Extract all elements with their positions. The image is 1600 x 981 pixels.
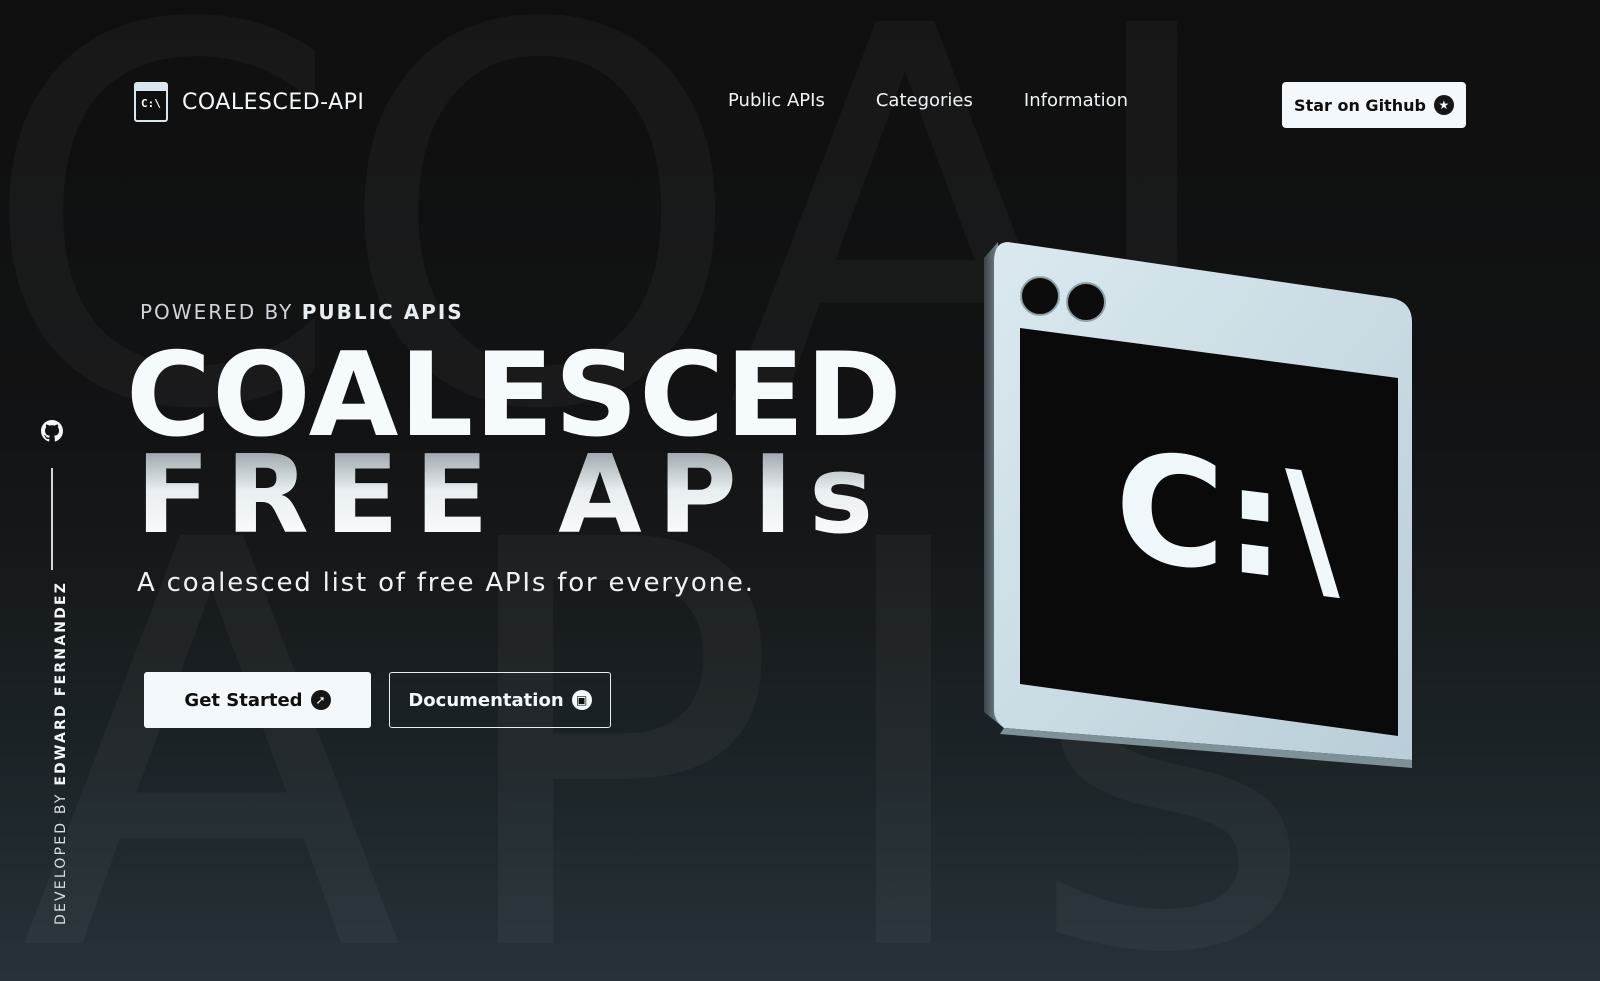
side-divider [51,468,53,570]
main-nav: Public APIs Categories Information [728,90,1128,111]
terminal-logo-icon: C:\ [134,82,168,122]
nav-information[interactable]: Information [1024,90,1128,111]
logo-text: COALESCED-API [182,89,365,115]
developed-by-label: DEVELOPED BY [53,785,69,925]
terminal-window-illustration: C:\ [980,240,1440,790]
hero-title-line2: FREE APIs [136,433,890,558]
window-button [1020,276,1060,316]
get-started-label: Get Started [184,689,303,711]
logo[interactable]: C:\ COALESCED-API [134,82,364,122]
star-icon: ★ [1433,95,1454,115]
powered-by-source: PUBLIC APIS [301,300,464,324]
documentation-label: Documentation [408,689,564,711]
book-icon: ▣ [571,690,592,710]
star-button-label: Star on Github [1294,95,1426,115]
screen-text: C:\ [1115,417,1340,620]
powered-by-label: POWERED BY [140,300,302,324]
documentation-button[interactable]: Documentation ▣ [389,672,611,728]
developer-name[interactable]: EDWARD FERNANDEZ [53,581,69,786]
get-started-button[interactable]: Get Started ➚ [144,672,371,728]
hero-subtitle: A coalesced list of free APIs for everyo… [137,568,755,598]
logo-icon-text: C:\ [141,97,161,110]
star-on-github-button[interactable]: Star on Github ★ [1282,82,1466,128]
github-icon[interactable] [41,420,63,442]
nav-public-apis[interactable]: Public APIs [728,90,825,111]
top-header: C:\ COALESCED-API Public APIs Categories… [0,78,1600,130]
nav-categories[interactable]: Categories [876,90,973,111]
developer-credit: DEVELOPED BY EDWARD FERNANDEZ [53,581,69,925]
window-button [1066,282,1106,322]
rocket-icon: ➚ [310,690,331,710]
powered-by: POWERED BY PUBLIC APIS [140,300,464,324]
terminal-window-graphic: C:\ [984,242,1412,768]
